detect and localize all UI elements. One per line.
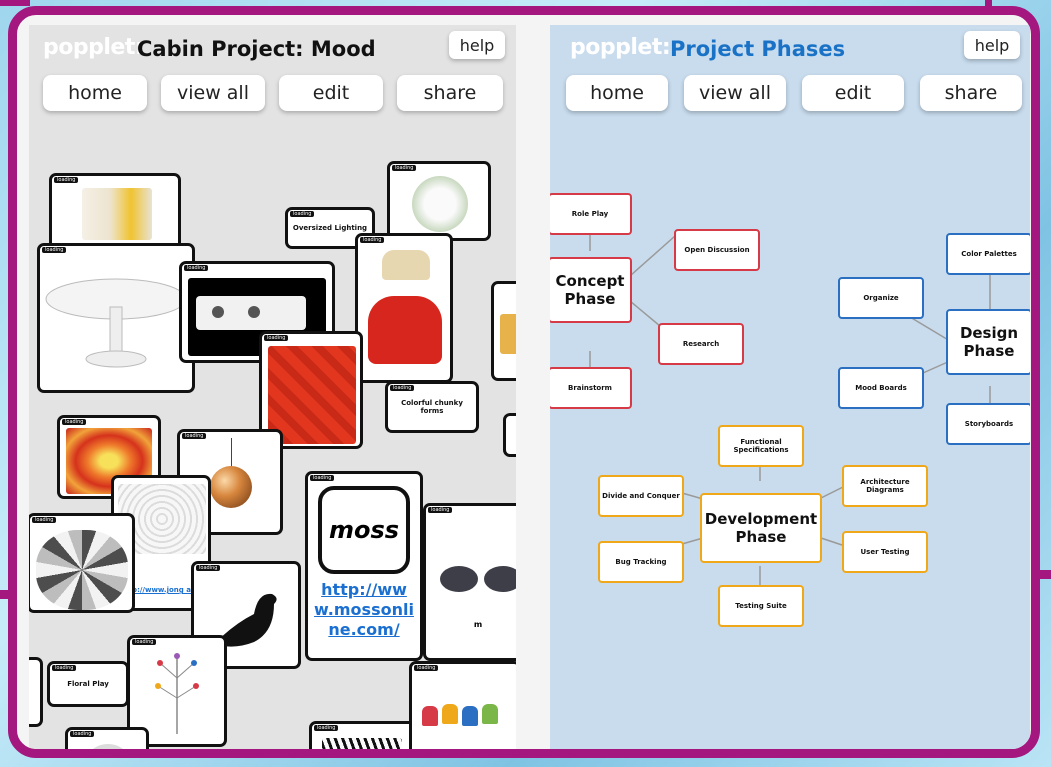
pod-chair-image-1 [440,566,478,592]
chair-image-1 [422,706,438,726]
loading-tag: loading [184,265,209,271]
red-wall-image [268,346,356,444]
loading-tag: loading [54,177,79,183]
node-development-phase[interactable]: Development Phase [700,493,822,563]
popplet-terrarium[interactable]: loading [387,161,491,241]
node-divide-conquer[interactable]: Divide and Conquer [598,475,684,517]
popplet-colorful-chairs[interactable]: loading [409,661,516,749]
node-concept-phase[interactable]: Concept Phase [550,257,632,323]
node-testing-suite[interactable]: Testing Suite [718,585,804,627]
board-title: Project Phases [670,37,846,61]
chair-image-4 [482,704,498,724]
chair-image-3 [462,706,478,726]
popplet-vases[interactable]: loading [49,173,181,253]
pod-label: m [473,620,483,629]
loading-tag: loading [428,507,453,513]
node-bug-tracking[interactable]: Bug Tracking [598,541,684,583]
node-brainstorm[interactable]: Brainstorm [550,367,632,409]
node-functional-specs[interactable]: Functional Specifications [718,425,804,467]
screenshot-frame: popplet: Cabin Project: Mood help home v… [8,6,1040,758]
home-button[interactable]: home [43,75,147,111]
moss-logo-text: moss [328,516,400,544]
node-research[interactable]: Research [658,323,744,365]
loading-tag: loading [310,475,335,481]
node-storyboards[interactable]: Storyboards [946,403,1030,445]
popplet-chunky-forms[interactable]: loading Colorful chunky forms [385,381,479,433]
oversized-lighting-text: Oversized Lighting [292,224,368,232]
node-design-phase[interactable]: Design Phase [946,309,1030,375]
plates-image [36,530,128,610]
loading-tag: loading [264,335,289,341]
loading-tag: loading [182,433,207,439]
popplet-moss[interactable]: loading moss http://www.mossonline.com/ [305,471,423,661]
share-button[interactable]: share [920,75,1022,111]
table-image [45,278,187,368]
view-all-button[interactable]: view all [684,75,786,111]
popplet-table[interactable]: loading [37,243,195,393]
loading-tag: loading [62,419,87,425]
node-role-play[interactable]: Role Play [550,193,632,235]
loading-tag: loading [390,385,415,391]
chair-image-2 [442,704,458,724]
node-color-palettes[interactable]: Color Palettes [946,233,1030,275]
mood-board-panel: popplet: Cabin Project: Mood help home v… [29,25,516,749]
loading-tag: loading [392,165,417,171]
node-open-discussion[interactable]: Open Discussion [674,229,760,271]
popplet-edge-shelf[interactable] [491,281,516,381]
loading-tag: loading [360,237,385,243]
popplet-edge-bottom-left[interactable] [29,657,43,727]
loading-tag: loading [70,731,95,737]
node-mood-boards[interactable]: Mood Boards [838,367,924,409]
elephant-red-image [368,296,442,364]
share-button[interactable]: share [397,75,503,111]
board-title: Cabin Project: Mood [137,37,376,61]
terrarium-image [412,176,468,232]
node-architecture[interactable]: Architecture Diagrams [842,465,928,507]
pod-chair-image-2 [484,566,516,592]
moss-logo: moss [318,486,410,574]
left-toolbar: popplet: Cabin Project: Mood help home v… [29,25,516,141]
popplet-floral-play[interactable]: loading Floral Play [47,661,129,707]
popplet-elephants[interactable]: loading [355,233,453,383]
vases-image [82,188,152,240]
mind-map-panel: popplet: Project Phases help home view a… [550,25,1030,749]
lamp-cord [231,438,232,466]
shelf-image [500,314,516,354]
mind-map-canvas[interactable]: Role Play Concept Phase Open Discussion … [550,141,1030,749]
popplet-logo: popplet: [570,35,671,60]
loading-tag: loading [314,725,339,731]
chunky-forms-text: Colorful chunky forms [401,399,463,415]
decorative-bar-top [0,0,30,6]
edit-button[interactable]: edit [279,75,383,111]
right-toolbar: popplet: Project Phases help home view a… [550,25,1030,141]
loading-tag: loading [414,665,439,671]
popplet-plates[interactable]: loading [29,513,135,613]
node-organize[interactable]: Organize [838,277,924,319]
popplet-logo: popplet: [43,35,144,60]
popplet-bottom-bowl[interactable]: loading [65,727,149,749]
popplet-zebra[interactable]: loading [309,721,417,749]
home-button[interactable]: home [566,75,668,111]
node-user-testing[interactable]: User Testing [842,531,928,573]
floral-play-text: Floral Play [67,680,109,688]
help-button[interactable]: help [449,31,505,59]
elephant-cream-image [382,250,430,280]
mood-canvas[interactable]: loading loading loading loading Oversize… [29,141,516,749]
popplet-pod-chairs[interactable]: loading m [423,503,516,661]
copper-lamp-image [210,466,252,508]
loading-tag: loading [52,665,77,671]
popplet-edge-small[interactable] [503,413,516,457]
help-button[interactable]: help [964,31,1020,59]
moss-link[interactable]: http://www.mossonline.com/ [314,580,414,640]
loading-tag: loading [290,211,315,217]
view-all-button[interactable]: view all [161,75,265,111]
edit-button[interactable]: edit [802,75,904,111]
zebra-image [322,738,402,749]
bowl-image [88,744,128,749]
loading-tag: loading [32,517,57,523]
